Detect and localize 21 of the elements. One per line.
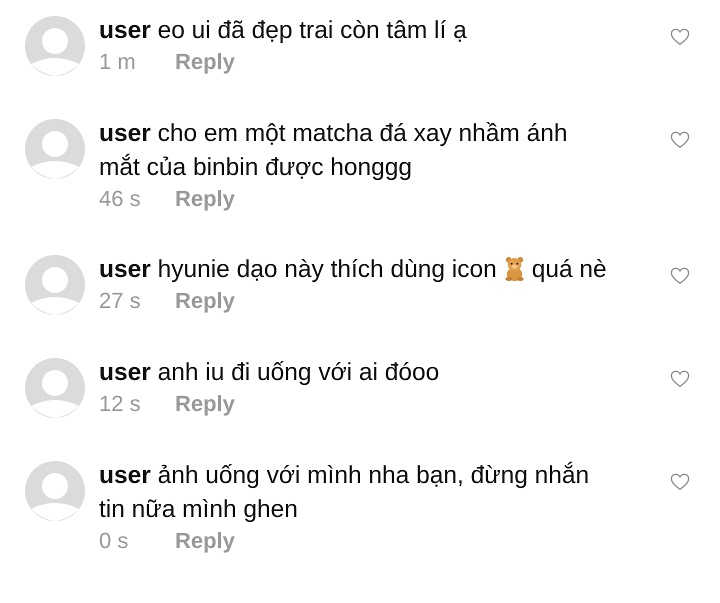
heart-icon[interactable]	[670, 267, 690, 285]
teddy-bear-icon	[502, 256, 526, 281]
comment-text: user hyunie dạo này thích dùng icon quá nè	[99, 255, 607, 285]
reply-link[interactable]: Reply	[175, 49, 235, 75]
comment-text: user ảnh uống với mình nha bạn, đừng nhắn tin nữa mình ghen	[99, 460, 590, 525]
comment-time: 1 m	[99, 49, 137, 75]
comment-time: 0 s	[99, 528, 130, 554]
heart-icon[interactable]	[670, 28, 690, 46]
heart-icon[interactable]	[670, 370, 690, 388]
comment-time: 27 s	[99, 288, 142, 314]
reply-link[interactable]: Reply	[175, 391, 235, 417]
heart-icon[interactable]	[670, 131, 690, 149]
comment-time: 46 s	[99, 186, 142, 212]
comment-text: user anh iu đi uống với ai đóoo	[99, 358, 440, 388]
heart-icon[interactable]	[670, 473, 690, 491]
reply-link[interactable]: Reply	[175, 186, 235, 212]
comment-text: user cho em một matcha đá xay nhầm ánh mắt của binbin được honggg	[99, 119, 568, 183]
comment-text: user eo ui đã đẹp trai còn tâm lí ạ	[99, 16, 468, 46]
reply-link[interactable]: Reply	[175, 288, 235, 314]
reply-link[interactable]: Reply	[175, 528, 235, 554]
comment-time: 12 s	[99, 391, 142, 417]
